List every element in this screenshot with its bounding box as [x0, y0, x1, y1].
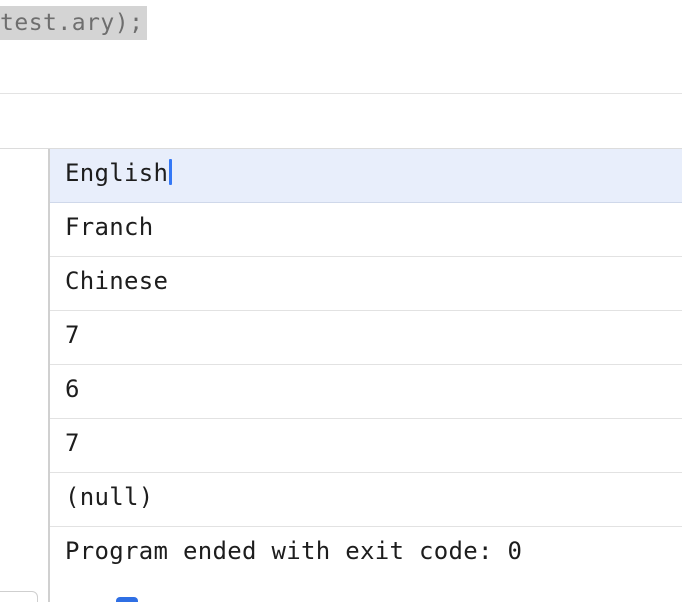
console-line-text: Chinese	[65, 267, 169, 295]
code-line-highlighted[interactable]: test.ary);	[0, 6, 148, 40]
console-output[interactable]: English Franch Chinese 7 6 7 (null) Prog…	[50, 149, 682, 602]
console-line-text: 6	[65, 375, 80, 403]
console-line-text: 7	[65, 321, 80, 349]
console-line[interactable]: (null)	[50, 473, 682, 527]
console-line-text: Franch	[65, 213, 154, 241]
source-editor[interactable]: test.ary);	[0, 0, 682, 93]
variables-pane[interactable]	[0, 149, 48, 602]
console-filter-checkbox[interactable]	[116, 597, 138, 602]
console-line[interactable]: English	[50, 149, 682, 203]
console-line-text: English	[65, 159, 169, 187]
console-line[interactable]: Chinese	[50, 257, 682, 311]
console-line-text: Program ended with exit code: 0	[65, 537, 523, 565]
filter-field[interactable]	[0, 591, 38, 602]
console-line[interactable]: Program ended with exit code: 0	[50, 527, 682, 580]
console-line[interactable]: 7	[50, 419, 682, 473]
console-line[interactable]: 7	[50, 311, 682, 365]
xcode-debug-window: test.ary); English Franch Chinese 7 6 7 …	[0, 0, 682, 602]
debug-bar	[0, 94, 682, 148]
console-line-text: 7	[65, 429, 80, 457]
console-line[interactable]: 6	[50, 365, 682, 419]
console-line-text: (null)	[65, 483, 154, 511]
console-line[interactable]: Franch	[50, 203, 682, 257]
text-caret	[169, 159, 173, 185]
